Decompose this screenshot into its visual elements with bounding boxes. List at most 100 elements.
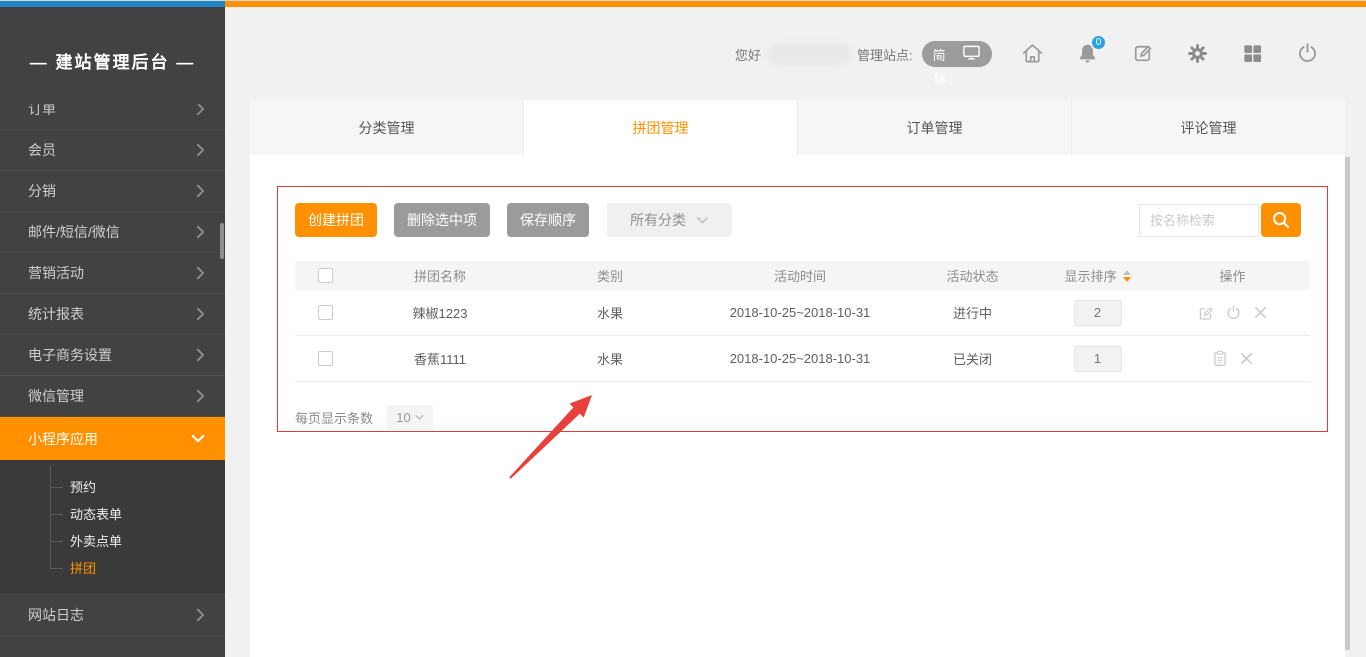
sidebar-item-site-log[interactable]: 网站日志 (0, 595, 225, 636)
bell-icon[interactable]: 0 (1074, 40, 1100, 66)
sidebar-item-label: 统计报表 (28, 304, 84, 324)
sidebar-item-label: 微信管理 (28, 386, 84, 406)
sidebar-item-label: 网站日志 (28, 605, 84, 625)
username-redacted (770, 46, 848, 62)
power-icon[interactable] (1225, 304, 1242, 321)
sidebar-item-mini-program-apps[interactable]: 小程序应用 (0, 417, 225, 460)
table-row: 辣椒1223水果2018-10-25~2018-10-31进行中 2 (295, 290, 1310, 336)
sort-carets-icon[interactable] (1123, 270, 1131, 282)
toolbar: 创建拼团 删除选中项 保存顺序 所有分类 (295, 203, 1301, 237)
content-scrollbar-thumb[interactable] (1345, 157, 1350, 650)
apps-grid-icon[interactable] (1239, 40, 1265, 66)
sort-order-input[interactable]: 2 (1074, 300, 1122, 326)
table-header-row: 拼团名称类别活动时间活动状态显示排序操作 (295, 261, 1310, 290)
cell-activity-time: 2018-10-25~2018-10-31 (695, 305, 905, 320)
chevron-right-icon (196, 143, 205, 157)
save-order-button[interactable]: 保存顺序 (507, 203, 589, 237)
sidebar-item-statistics[interactable]: 统计报表 (0, 294, 225, 335)
sidebar-item-wechat-management[interactable]: 微信管理 (0, 376, 225, 417)
header-icons: 0 (1019, 40, 1320, 66)
gear-icon[interactable] (1184, 40, 1210, 66)
column-header-6: 操作 (1155, 266, 1310, 285)
cell-group-name: 辣椒1223 (355, 303, 525, 322)
tab-bar: 分类管理拼团管理订单管理评论管理 (250, 100, 1345, 155)
site-selector-pill[interactable]: 简 体 (922, 41, 992, 67)
clipboard-icon[interactable] (1212, 350, 1228, 367)
admin-screen: — 建站管理后台 — 订单会员分销邮件/短信/微信营销活动统计报表电子商务设置微… (0, 0, 1366, 657)
per-page-select[interactable]: 10 (387, 405, 433, 430)
cell-category: 水果 (525, 349, 695, 368)
search-input[interactable] (1139, 204, 1259, 237)
edit-icon[interactable] (1197, 304, 1214, 321)
search-button[interactable] (1261, 203, 1301, 237)
sidebar-item-label: 小程序应用 (28, 429, 98, 449)
per-page-label: 每页显示条数 (295, 408, 373, 427)
column-header-1: 拼团名称 (355, 266, 525, 285)
chevron-right-icon (196, 225, 205, 239)
column-header-3: 活动时间 (695, 266, 905, 285)
create-group-button[interactable]: 创建拼团 (295, 203, 377, 237)
close-icon[interactable] (1253, 305, 1268, 320)
delete-selected-button[interactable]: 删除选中项 (394, 203, 490, 237)
sort-order-input[interactable]: 1 (1074, 346, 1122, 372)
tab-group-management[interactable]: 拼团管理 (524, 100, 798, 155)
list-footer: 每页显示条数 10 (295, 405, 433, 430)
cell-activity-status: 已关闭 (905, 349, 1040, 368)
greeting-label: 您好 (735, 45, 761, 64)
row-checkbox[interactable] (318, 305, 333, 320)
sidebar-item-label: 电子商务设置 (28, 345, 112, 365)
sidebar-item-mail-sms-wechat[interactable]: 邮件/短信/微信 (0, 212, 225, 253)
topbar-orange-segment (225, 1, 1366, 7)
cell-activity-status: 进行中 (905, 303, 1040, 322)
submenu-item-takeout-order[interactable]: 外卖点单 (0, 528, 225, 555)
row-checkbox[interactable] (318, 351, 333, 366)
site-badge-wrap-text: 体 (934, 68, 947, 87)
chevron-down-icon (415, 414, 424, 421)
tab-order-management[interactable]: 订单管理 (798, 100, 1072, 155)
power-icon[interactable] (1294, 40, 1320, 66)
select-all-checkbox[interactable] (318, 268, 333, 283)
cell-category: 水果 (525, 303, 695, 322)
sidebar-item-members[interactable]: 会员 (0, 130, 225, 171)
sidebar-item-label: 订单 (28, 99, 56, 119)
sidebar-scrollbar-thumb[interactable] (220, 223, 224, 259)
submenu-item-booking[interactable]: 预约 (0, 474, 225, 501)
sidebar-item-ecommerce-settings[interactable]: 电子商务设置 (0, 335, 225, 376)
tab-comment-management[interactable]: 评论管理 (1072, 100, 1345, 155)
sidebar-submenu: 预约动态表单外卖点单拼团 (0, 460, 225, 595)
column-header-5[interactable]: 显示排序 (1040, 266, 1155, 285)
topbar-blue-segment (0, 1, 225, 7)
cell-operations (1155, 304, 1310, 321)
sidebar-item-marketing[interactable]: 营销活动 (0, 253, 225, 294)
content-card: 分类管理拼团管理订单管理评论管理 创建拼团 删除选中项 保存顺序 所有分类 拼团… (250, 100, 1345, 657)
app-title: — 建站管理后台 — (0, 7, 225, 89)
per-page-value: 10 (396, 410, 410, 425)
category-filter-value: 所有分类 (630, 210, 686, 230)
chevron-down-icon (191, 434, 205, 443)
chevron-right-icon (196, 266, 205, 280)
category-filter-select[interactable]: 所有分类 (607, 203, 732, 237)
home-icon[interactable] (1019, 40, 1045, 66)
compose-icon[interactable] (1129, 40, 1155, 66)
chevron-right-icon (196, 102, 205, 116)
notification-badge: 0 (1090, 34, 1107, 51)
close-icon[interactable] (1239, 351, 1254, 366)
sidebar-item-orders[interactable]: 订单 (0, 89, 225, 130)
chevron-down-icon (696, 216, 709, 225)
sidebar-item-label: 分销 (28, 181, 56, 201)
tab-category-management[interactable]: 分类管理 (250, 100, 524, 155)
search-icon (1271, 210, 1291, 230)
user-info: 您好 管理站点: 简 体 (735, 41, 992, 67)
chevron-right-icon (196, 348, 205, 362)
sidebar-item-distribution[interactable]: 分销 (0, 171, 225, 212)
column-header-2: 类别 (525, 266, 695, 285)
submenu-item-dynamic-form[interactable]: 动态表单 (0, 501, 225, 528)
submenu-item-group-buy[interactable]: 拼团 (0, 555, 225, 582)
table-row: 香蕉1111水果2018-10-25~2018-10-31已关闭1 (295, 336, 1310, 382)
header-checkbox-cell (295, 268, 355, 283)
sidebar: — 建站管理后台 — 订单会员分销邮件/短信/微信营销活动统计报表电子商务设置微… (0, 7, 225, 657)
group-table: 拼团名称类别活动时间活动状态显示排序操作 辣椒1223水果2018-10-25~… (295, 261, 1310, 382)
chevron-right-icon (196, 307, 205, 321)
sidebar-menu: 订单会员分销邮件/短信/微信营销活动统计报表电子商务设置微信管理小程序应用预约动… (0, 89, 225, 636)
cell-operations (1155, 350, 1310, 367)
